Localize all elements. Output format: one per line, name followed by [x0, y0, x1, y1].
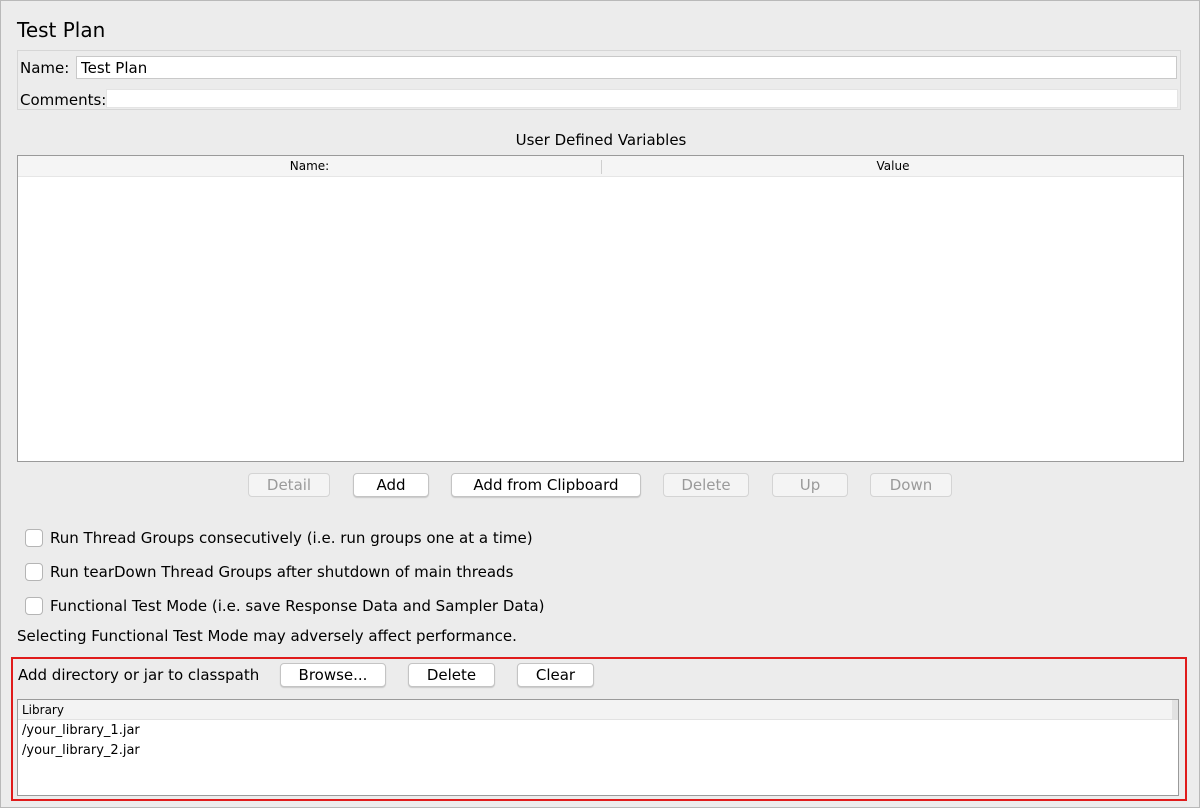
run-consecutively-label: Run Thread Groups consecutively (i.e. ru… — [50, 529, 533, 547]
user-defined-variables-table[interactable]: Name: Value — [17, 155, 1184, 462]
down-button[interactable]: Down — [870, 473, 952, 497]
page-title: Test Plan — [17, 18, 106, 42]
name-label: Name: — [20, 59, 70, 77]
add-from-clipboard-button[interactable]: Add from Clipboard — [451, 473, 641, 497]
functional-mode-warning: Selecting Functional Test Mode may adver… — [17, 627, 517, 645]
run-teardown-checkbox[interactable] — [25, 563, 43, 581]
library-table[interactable]: Library /your_library_1.jar /your_librar… — [17, 699, 1179, 796]
run-consecutively-option[interactable]: Run Thread Groups consecutively (i.e. ru… — [25, 528, 533, 548]
user-defined-variables-title: User Defined Variables — [515, 131, 687, 149]
run-consecutively-checkbox[interactable] — [25, 529, 43, 547]
library-row[interactable]: /your_library_1.jar — [22, 723, 140, 738]
name-comments-group: Name: Comments: — [17, 50, 1181, 110]
variables-table-header: Name: Value — [18, 156, 1183, 177]
browse-button[interactable]: Browse... — [280, 663, 386, 687]
library-row[interactable]: /your_library_2.jar — [22, 743, 140, 758]
variables-column-value[interactable]: Value — [602, 159, 1184, 173]
run-teardown-option[interactable]: Run tearDown Thread Groups after shutdow… — [25, 562, 513, 582]
library-column-header[interactable]: Library — [18, 700, 1174, 720]
functional-test-mode-label: Functional Test Mode (i.e. save Response… — [50, 597, 545, 615]
variable-delete-button[interactable]: Delete — [663, 473, 749, 497]
test-plan-panel: Test Plan Name: Comments: User Defined V… — [0, 0, 1200, 808]
run-teardown-label: Run tearDown Thread Groups after shutdow… — [50, 563, 514, 581]
classpath-label: Add directory or jar to classpath — [18, 666, 260, 684]
library-table-corner — [1172, 700, 1178, 720]
functional-test-mode-checkbox[interactable] — [25, 597, 43, 615]
comments-label: Comments: — [20, 91, 107, 109]
classpath-delete-button[interactable]: Delete — [408, 663, 495, 687]
clear-button[interactable]: Clear — [517, 663, 594, 687]
up-button[interactable]: Up — [772, 473, 848, 497]
comments-input[interactable] — [106, 89, 1178, 108]
functional-test-mode-option[interactable]: Functional Test Mode (i.e. save Response… — [25, 596, 545, 616]
detail-button[interactable]: Detail — [248, 473, 330, 497]
variables-column-name[interactable]: Name: — [18, 159, 601, 173]
classpath-section: Add directory or jar to classpath Browse… — [11, 657, 1187, 801]
name-input[interactable] — [76, 56, 1177, 79]
add-button[interactable]: Add — [353, 473, 429, 497]
